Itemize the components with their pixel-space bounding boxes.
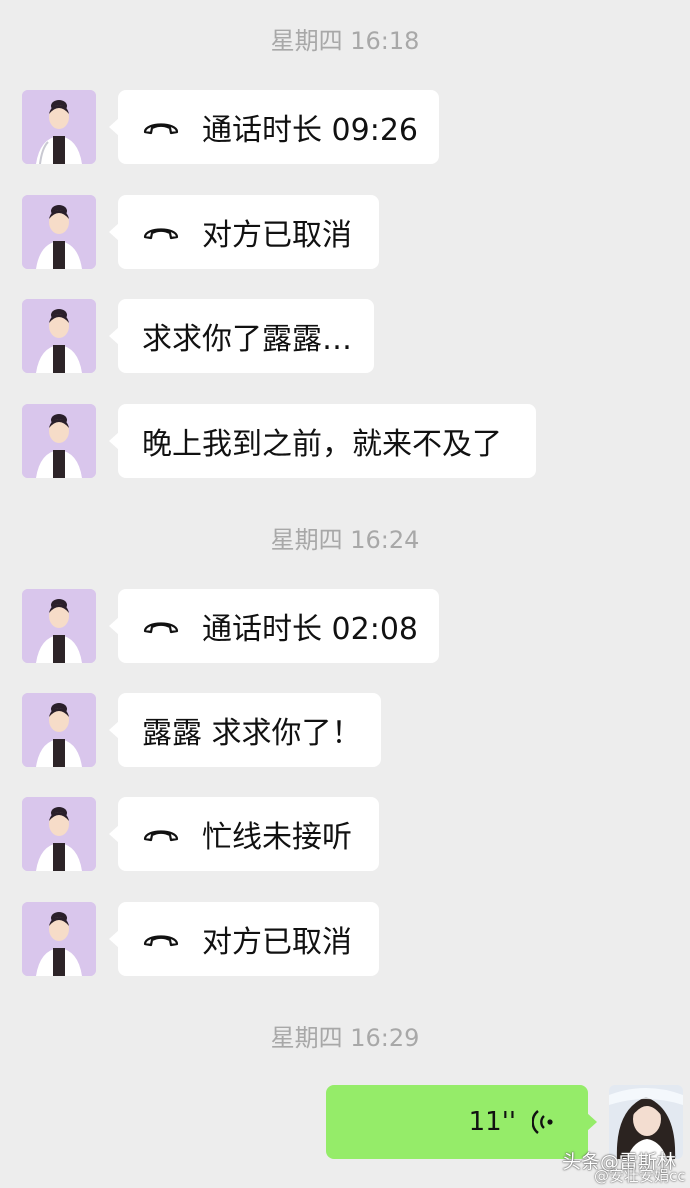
message-text: 忙线未接听	[202, 820, 352, 855]
phone-hangup-icon	[143, 935, 179, 947]
message-text: 通话时长 09:26	[202, 113, 418, 148]
phone-hangup-icon	[143, 123, 179, 135]
contact-avatar[interactable]	[22, 299, 96, 373]
voice-duration: 11''	[468, 1107, 516, 1137]
phone-hangup-icon	[143, 622, 179, 634]
call-record-bubble[interactable]: 通话时长 02:08	[109, 589, 439, 663]
contact-avatar[interactable]	[22, 693, 96, 767]
text-message-bubble[interactable]: 求求你了露露…	[109, 299, 374, 373]
message-text: 对方已取消	[202, 925, 352, 960]
text-message-bubble[interactable]: 晚上我到之前，就来不及了	[109, 404, 536, 478]
contact-avatar[interactable]	[22, 589, 96, 663]
call-record-bubble[interactable]: 忙线未接听	[109, 797, 379, 871]
timestamp: 星期四 16:18	[270, 27, 420, 55]
call-record-bubble[interactable]: 对方已取消	[109, 195, 379, 269]
message-text: 晚上我到之前，就来不及了	[142, 427, 502, 462]
call-record-bubble[interactable]: 通话时长 09:26	[109, 90, 439, 164]
timestamp: 星期四 16:24	[270, 526, 420, 554]
watermark: 头条@雷斯林 @安壮安娟cc	[562, 1150, 686, 1185]
phone-hangup-icon	[143, 228, 179, 240]
contact-avatar[interactable]	[22, 90, 96, 164]
contact-avatar[interactable]	[22, 902, 96, 976]
call-record-bubble[interactable]: 对方已取消	[109, 902, 379, 976]
my-avatar[interactable]	[609, 1085, 683, 1159]
watermark-sub: @安壮安娟cc	[594, 1167, 686, 1185]
message-text: 求求你了露露…	[142, 322, 352, 357]
message-text: 通话时长 02:08	[202, 612, 418, 647]
voice-wave-icon	[532, 1110, 553, 1134]
contact-avatar[interactable]	[22, 195, 96, 269]
phone-hangup-icon	[143, 830, 179, 842]
chat-area: 星期四 16:18 通话时长 09:26 对方已取消 求求你了露露… 晚上我到之…	[0, 0, 690, 1188]
text-message-bubble[interactable]: 露露 求求你了！	[109, 693, 381, 767]
contact-avatar[interactable]	[22, 404, 96, 478]
message-text: 对方已取消	[202, 218, 352, 253]
contact-avatar[interactable]	[22, 797, 96, 871]
voice-message-bubble[interactable]: 11''	[326, 1085, 597, 1159]
message-text: 露露 求求你了！	[142, 716, 362, 751]
timestamp: 星期四 16:29	[270, 1024, 420, 1052]
